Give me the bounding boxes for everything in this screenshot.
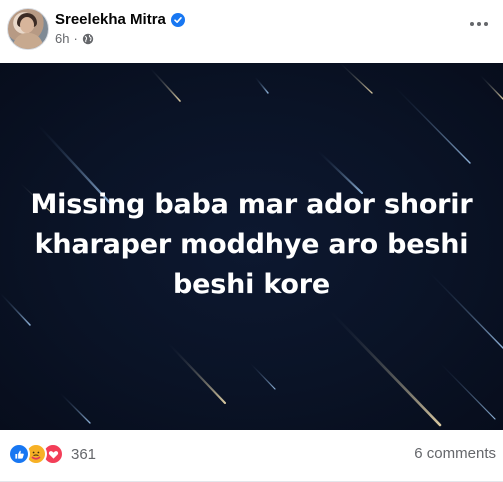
comments-count-link[interactable]: 6 comments <box>414 445 496 462</box>
post-header: Sreelekha Mitra 6h · <box>0 0 503 62</box>
author-avatar[interactable] <box>7 8 49 50</box>
meta-separator: · <box>73 31 78 46</box>
verified-badge-icon <box>170 12 185 27</box>
post-meta: 6h · <box>55 31 94 46</box>
like-icon <box>8 443 30 465</box>
author-name[interactable]: Sreelekha Mitra <box>55 11 166 28</box>
post-timestamp[interactable]: 6h <box>55 31 69 46</box>
post-image-text: Missing baba mar ador shorir kharaper mo… <box>30 189 473 300</box>
globe-icon[interactable] <box>82 33 94 45</box>
post-image[interactable]: Missing baba mar ador shorir kharaper mo… <box>0 63 503 430</box>
author-name-row: Sreelekha Mitra <box>55 11 185 28</box>
more-options-icon[interactable] <box>465 14 493 34</box>
reaction-count[interactable]: 361 <box>71 446 96 463</box>
post-footer: 361 6 comments <box>0 430 503 482</box>
reactions-summary[interactable]: 361 <box>8 443 96 465</box>
